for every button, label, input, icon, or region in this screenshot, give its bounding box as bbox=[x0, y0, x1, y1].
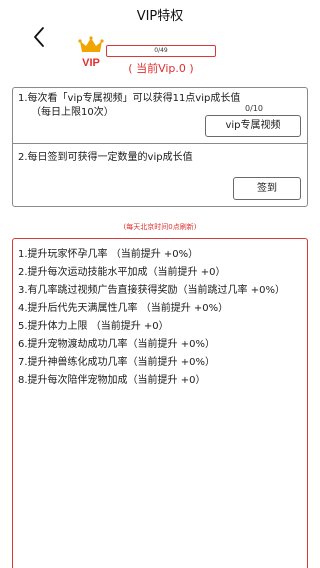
list-item: 6.提升宠物渡劫成功几率（当前提升 +0%） bbox=[18, 339, 215, 350]
signin-task-description: 2.每日签到可获得一定数量的vip成长值 bbox=[18, 152, 193, 163]
task-divider bbox=[13, 143, 307, 144]
tasks-panel: 1.每次看「vip专属视频」可以获得11点vip成长值 （每日上限10次） 0/… bbox=[12, 87, 308, 207]
list-item: 5.提升体力上限 （当前提升 +0） bbox=[18, 321, 169, 332]
vip-video-button[interactable]: vip专属视频 bbox=[205, 115, 301, 137]
video-task-limit: （每日上限10次） bbox=[31, 107, 114, 118]
list-item: 3.有几率跳过视频广告直接获得奖励（当前跳过几率 +0%） bbox=[18, 285, 285, 296]
list-item: 4.提升后代先天满属性几率 （当前提升 +0%） bbox=[18, 303, 229, 314]
list-item: 1.提升玩家怀孕几率 （当前提升 +0%） bbox=[18, 249, 199, 260]
page-title: VIP特权 bbox=[136, 9, 184, 24]
refresh-note: (每天北京时间0点刷新) bbox=[123, 223, 197, 231]
crown-icon: VIP bbox=[78, 36, 104, 69]
list-item: 2.提升每次运动技能水平加成（当前提升 +0） bbox=[18, 267, 226, 278]
vip-progress-text: 0/49 bbox=[154, 47, 168, 54]
back-arrow-icon[interactable] bbox=[30, 26, 50, 48]
list-item: 7.提升神兽练化成功几率（当前提升 +0%） bbox=[18, 357, 215, 368]
video-task-count: 0/10 bbox=[245, 104, 263, 113]
vip-badge-text: VIP bbox=[82, 57, 100, 69]
current-vip-level: ( 当前Vip.0 ) bbox=[128, 62, 194, 75]
vip-progress-bar: 0/49 bbox=[106, 45, 216, 57]
signin-button[interactable]: 签到 bbox=[233, 177, 301, 200]
video-task-description: 1.每次看「vip专属视频」可以获得11点vip成长值 bbox=[18, 93, 241, 104]
list-item: 8.提升每次陪伴宠物加成（当前提升 +0） bbox=[18, 375, 206, 386]
bonus-list: 1.提升玩家怀孕几率 （当前提升 +0%） 2.提升每次运动技能水平加成（当前提… bbox=[12, 238, 308, 568]
